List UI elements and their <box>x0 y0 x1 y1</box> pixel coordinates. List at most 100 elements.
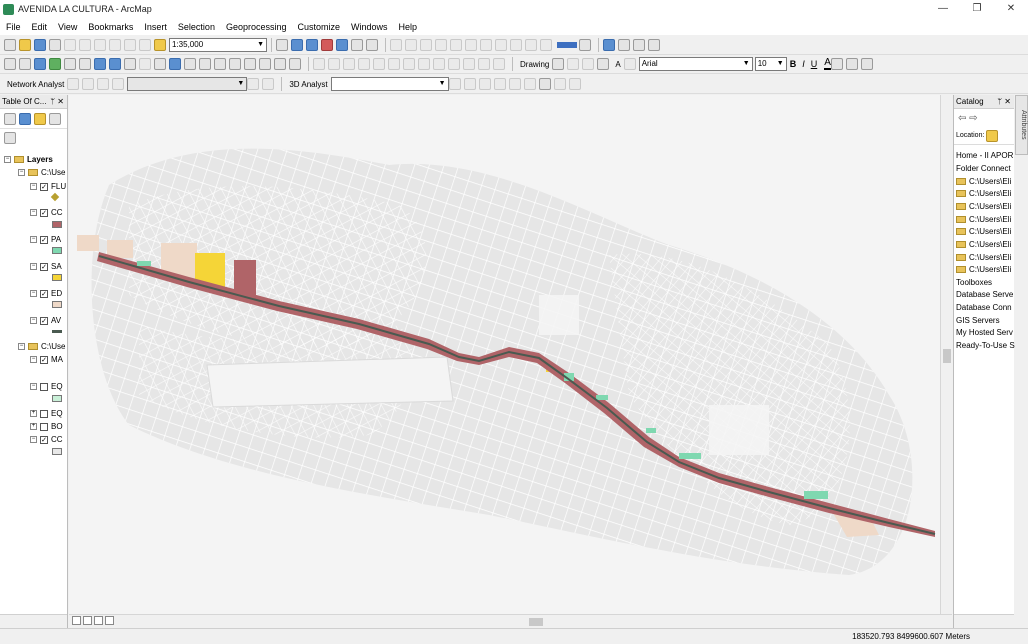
layout-tool-icon[interactable] <box>540 39 552 51</box>
pause-drawing-icon[interactable] <box>105 616 114 625</box>
catalog-window-icon[interactable] <box>321 39 333 51</box>
color-picker[interactable] <box>557 42 577 48</box>
catalog-item[interactable]: GIS Servers <box>956 314 1000 326</box>
fill-color-icon[interactable] <box>830 58 843 70</box>
collapse-icon[interactable]: − <box>18 169 25 176</box>
catalog-item[interactable]: Database Conn <box>956 301 1012 313</box>
menu-edit[interactable]: Edit <box>32 22 48 32</box>
cut-icon[interactable] <box>64 39 76 51</box>
toc-layer[interactable]: − ✓ AV <box>30 314 61 327</box>
list-by-source-icon[interactable] <box>19 112 31 125</box>
drawing-menu[interactable]: Drawing <box>520 60 549 69</box>
layout-tool-icon[interactable] <box>495 39 507 51</box>
layout-tool-icon[interactable] <box>390 39 402 51</box>
map-view[interactable] <box>69 95 940 614</box>
list-by-drawing-order-icon[interactable] <box>4 112 16 125</box>
toc-layer[interactable]: − ✓ MA <box>30 353 63 366</box>
network-tool-icon[interactable] <box>67 78 80 90</box>
edit-tool-icon[interactable] <box>418 58 430 70</box>
marker-color-icon[interactable] <box>860 58 873 70</box>
menu-windows[interactable]: Windows <box>351 22 388 32</box>
catalog-item[interactable]: C:\Users\Eli <box>956 175 1011 187</box>
layout-tool-icon[interactable] <box>480 39 492 51</box>
full-extent-icon[interactable] <box>49 58 61 70</box>
collapse-icon[interactable]: − <box>30 236 37 243</box>
print-icon[interactable] <box>49 39 61 51</box>
layout-tool-icon[interactable] <box>450 39 462 51</box>
expand-icon[interactable]: + <box>30 410 37 417</box>
catalog-item[interactable]: Toolboxes <box>956 276 992 288</box>
scrollbar-thumb[interactable] <box>529 618 543 626</box>
forward-extent-icon[interactable] <box>109 58 121 70</box>
toc-layer[interactable]: − ✓ ED <box>30 287 62 300</box>
editor-icon[interactable] <box>276 39 288 51</box>
edit-tool-icon[interactable] <box>373 58 385 70</box>
layout-tool-icon[interactable] <box>420 39 432 51</box>
map-scale-combo[interactable]: 1:35,000 ▼ <box>169 38 267 52</box>
edit-tool-icon[interactable] <box>328 58 340 70</box>
viewer-icon[interactable] <box>289 58 301 70</box>
network-tool-icon[interactable] <box>262 78 275 90</box>
3d-layer-combo[interactable]: ▼ <box>330 77 449 91</box>
collapse-icon[interactable]: − <box>30 317 37 324</box>
layer-checkbox[interactable]: ✓ <box>40 316 48 325</box>
toc-layers-root[interactable]: − Layers <box>4 153 53 166</box>
collapse-icon[interactable]: − <box>30 290 37 297</box>
font-name-combo[interactable]: Arial ▼ <box>638 57 753 71</box>
collapse-icon[interactable]: − <box>30 356 37 363</box>
catalog-item[interactable]: Home - II APOR <box>956 149 1013 161</box>
3d-tool-icon[interactable] <box>478 78 491 90</box>
select-features-icon[interactable] <box>124 58 136 70</box>
minimize-button[interactable]: — <box>926 0 960 18</box>
close-button[interactable]: ✕ <box>994 0 1028 18</box>
3d-tool-icon[interactable] <box>568 78 581 90</box>
list-by-visibility-icon[interactable] <box>34 112 46 125</box>
collapse-icon[interactable]: − <box>30 436 37 443</box>
map-vertical-scrollbar[interactable] <box>940 95 952 614</box>
open-icon[interactable] <box>19 39 31 51</box>
edit-tool-icon[interactable] <box>358 58 370 70</box>
scrollbar-thumb[interactable] <box>943 349 951 363</box>
catalog-item[interactable]: C:\Users\Eli <box>956 263 1011 275</box>
menu-bookmarks[interactable]: Bookmarks <box>88 22 133 32</box>
pin-icon[interactable]: ᛘ <box>50 95 55 108</box>
edit-tool-icon[interactable] <box>448 58 460 70</box>
edit-vertices-icon[interactable] <box>623 58 636 70</box>
collapse-icon[interactable]: − <box>30 263 37 270</box>
toc-layer[interactable]: − ✓ PA <box>30 233 61 246</box>
refresh-icon[interactable] <box>94 616 103 625</box>
layer-checkbox[interactable]: ✓ <box>40 355 48 364</box>
toc-layer[interactable]: − ✓ CC <box>30 433 63 446</box>
collapse-icon[interactable]: − <box>18 343 25 350</box>
find-icon[interactable] <box>229 58 241 70</box>
close-icon[interactable]: ✕ <box>1004 95 1011 108</box>
toc-layer[interactable]: + BO <box>30 420 63 433</box>
3d-analyst-menu[interactable]: 3D Analyst <box>289 80 327 89</box>
toc-layer[interactable]: − ✓ CC <box>30 206 63 219</box>
layout-tool-icon[interactable] <box>633 39 645 51</box>
identify-icon[interactable] <box>169 58 181 70</box>
layout-tool-icon[interactable] <box>648 39 660 51</box>
layer-checkbox[interactable]: ✓ <box>40 262 48 271</box>
layer-checkbox[interactable]: ✓ <box>40 208 48 217</box>
catalog-item[interactable]: Database Serve <box>956 288 1013 300</box>
toc-layer[interactable]: − EQ <box>30 380 63 393</box>
bold-button[interactable]: B <box>790 59 797 69</box>
edit-tool-icon[interactable] <box>493 58 505 70</box>
catalog-item[interactable]: C:\Users\Eli <box>956 251 1011 263</box>
menu-file[interactable]: File <box>6 22 21 32</box>
html-popup-icon[interactable] <box>199 58 211 70</box>
catalog-item[interactable]: C:\Users\Eli <box>956 200 1011 212</box>
pan-icon[interactable] <box>34 58 46 70</box>
new-doc-icon[interactable] <box>4 39 16 51</box>
rectangle-icon[interactable] <box>597 58 610 70</box>
pin-icon[interactable]: ᛘ <box>997 95 1002 108</box>
layout-tool-icon[interactable] <box>435 39 447 51</box>
undo-icon[interactable] <box>124 39 136 51</box>
network-analyst-menu[interactable]: Network Analyst <box>7 80 64 89</box>
italic-button[interactable]: I <box>802 59 805 69</box>
redo-icon[interactable] <box>139 39 151 51</box>
network-tool-icon[interactable] <box>97 78 110 90</box>
toc-group[interactable]: − C:\Use <box>18 340 65 353</box>
edit-tool-icon[interactable] <box>463 58 475 70</box>
